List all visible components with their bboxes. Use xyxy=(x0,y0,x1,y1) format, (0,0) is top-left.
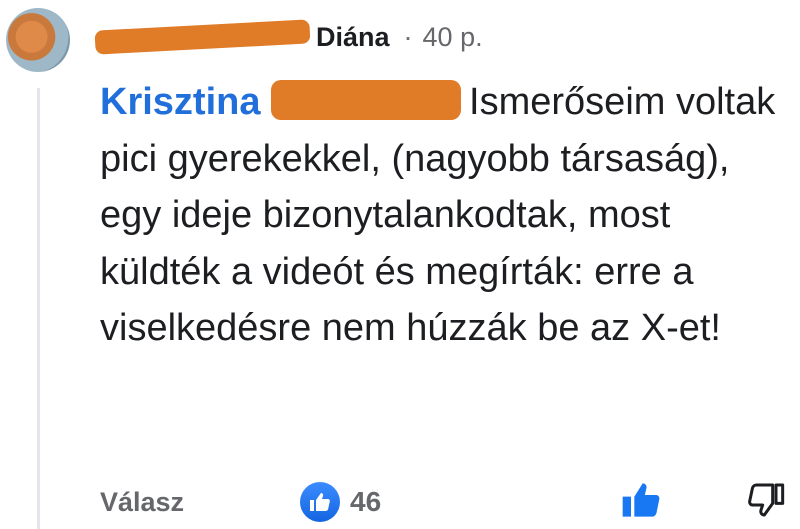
comment-header: Diána · 40 p. xyxy=(94,12,483,62)
comment-time[interactable]: 40 p. xyxy=(423,22,483,53)
comment-body: Krisztina Ismerőseim voltak pici gyereke… xyxy=(100,74,790,357)
redacted-author-name xyxy=(94,19,311,55)
reaction-summary[interactable]: 46 xyxy=(300,482,381,522)
thread-line xyxy=(37,88,40,529)
reply-button[interactable]: Válasz xyxy=(100,487,184,518)
mention-name[interactable]: Krisztina xyxy=(100,81,260,123)
author-name[interactable]: Diána xyxy=(316,22,390,53)
thumbs-up-icon[interactable] xyxy=(620,480,662,525)
separator-dot: · xyxy=(403,21,413,52)
like-reaction-icon xyxy=(300,482,340,522)
like-count: 46 xyxy=(350,486,382,517)
thumbs-down-icon[interactable] xyxy=(745,480,787,525)
redacted-mention xyxy=(271,80,462,120)
avatar[interactable] xyxy=(6,8,70,72)
comment-footer: Válasz 46 xyxy=(100,478,800,526)
